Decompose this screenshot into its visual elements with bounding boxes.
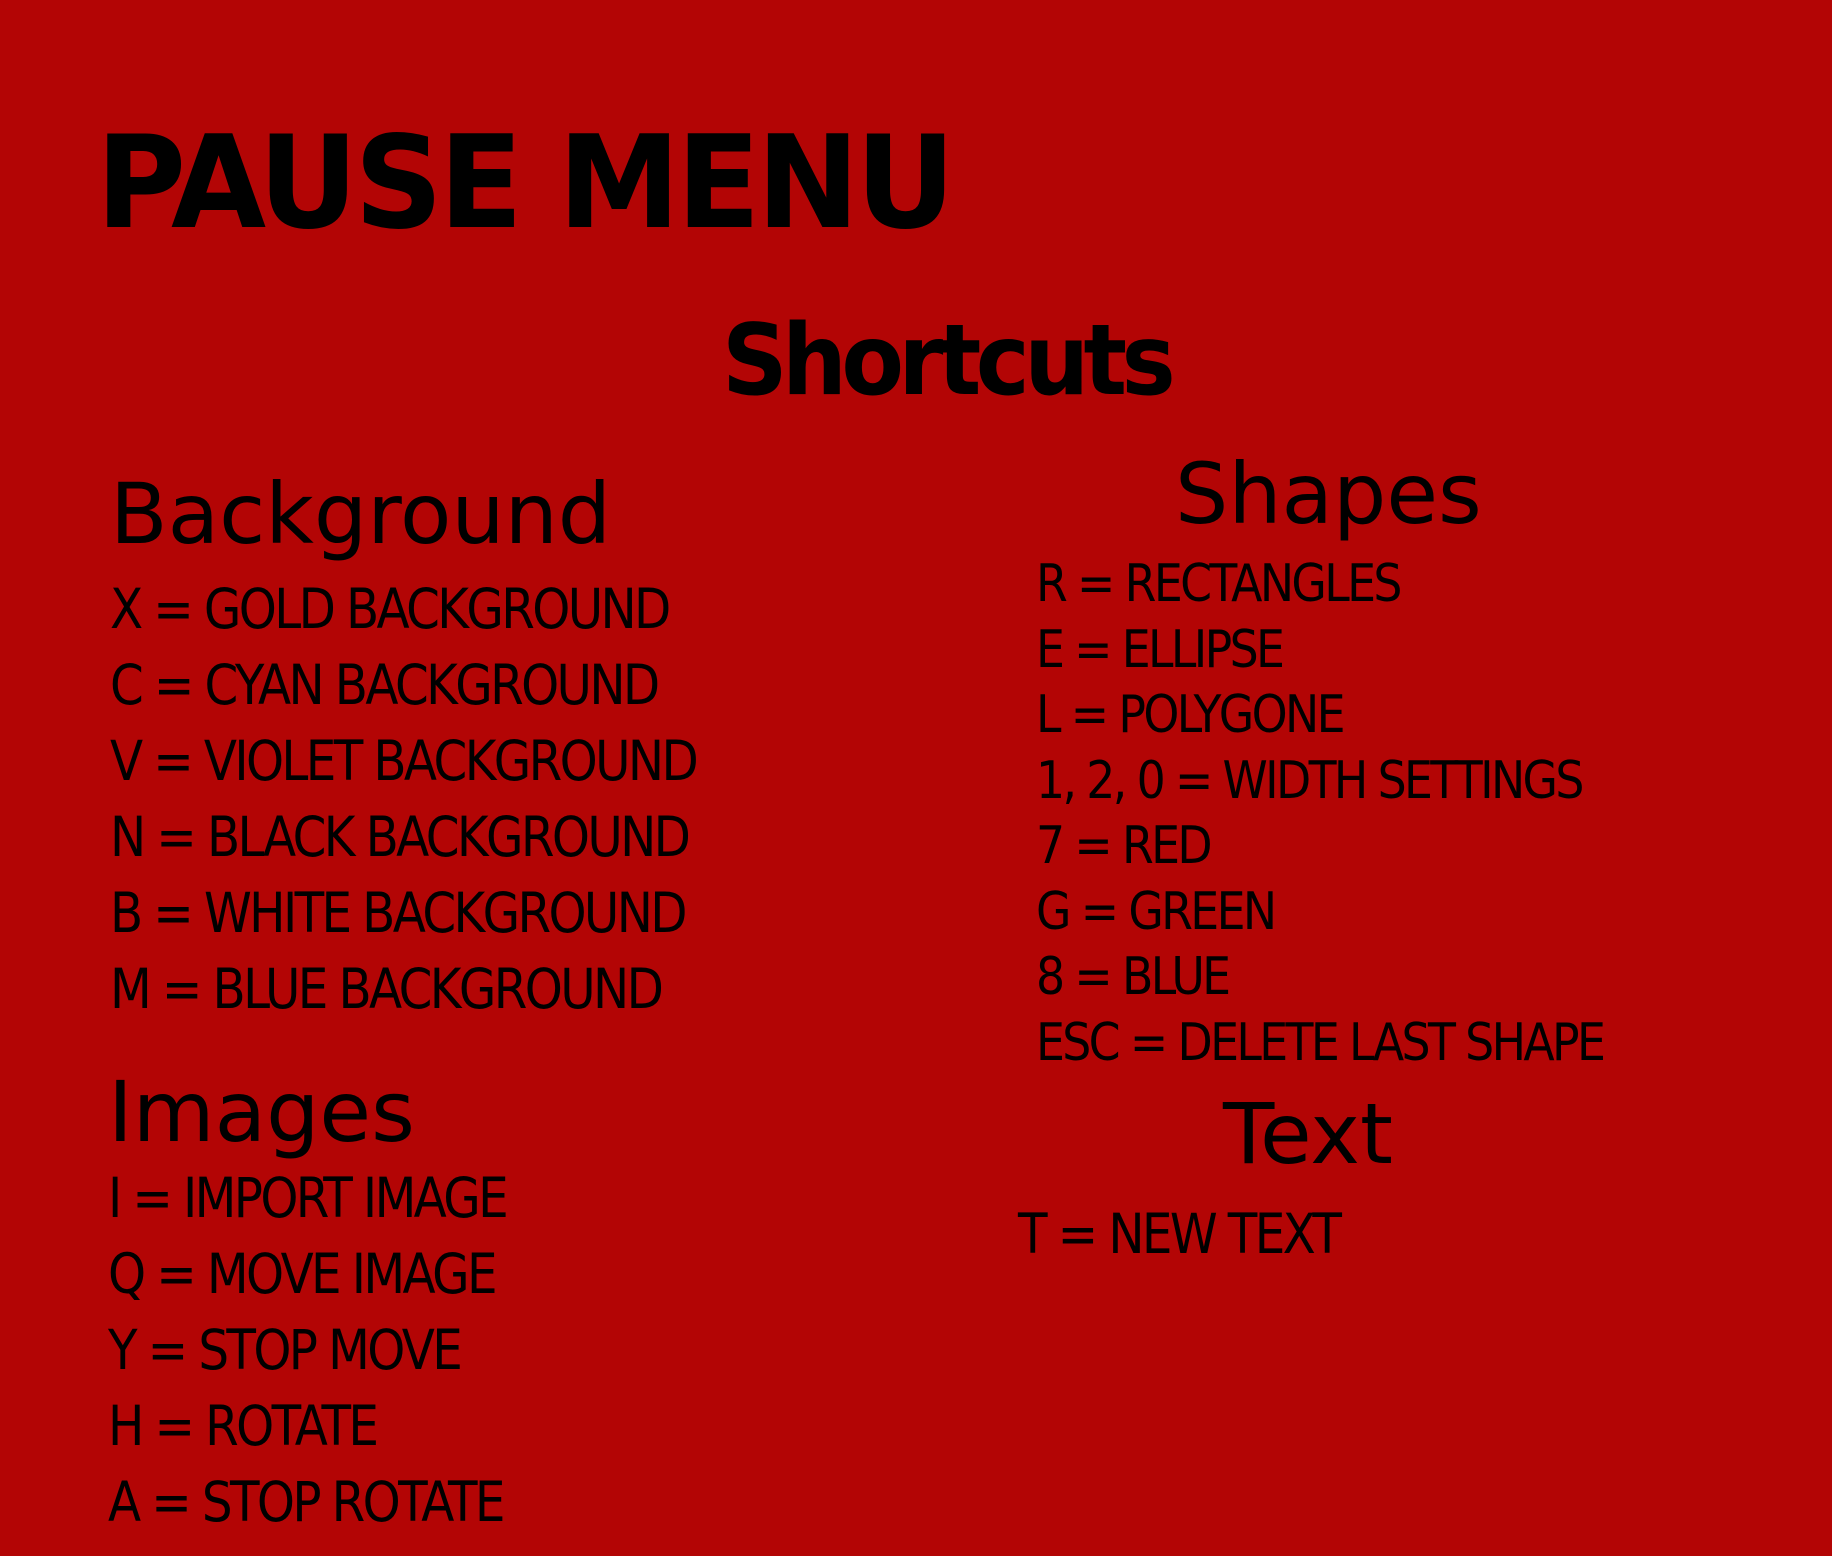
shortcut-green: G = GREEN bbox=[1036, 881, 1277, 942]
shortcut-import-image: I = IMPORT IMAGE bbox=[108, 1166, 509, 1230]
pause-menu-screen: PAUSE MENU Shortcuts Background X = GOLD… bbox=[0, 0, 1832, 1556]
shortcut-width-settings: 1, 2, 0 = WIDTH SETTINGS bbox=[1036, 750, 1584, 811]
shortcut-cyan-background: C = CYAN BACKGROUND bbox=[110, 653, 660, 717]
shortcut-delete-last-shape: ESC = DELETE LAST SHAPE bbox=[1036, 1012, 1606, 1073]
shortcuts-title: Shortcuts bbox=[722, 304, 1176, 418]
shortcut-polygone: L = POLYGONE bbox=[1036, 685, 1345, 745]
text-shortcuts-list: T = NEW TEXT bbox=[1018, 1207, 1383, 1283]
shortcut-black-background: N = BLACK BACKGROUND bbox=[110, 805, 691, 869]
text-section-heading: Text bbox=[1223, 1085, 1393, 1183]
pause-menu-title: PAUSE MENU bbox=[96, 109, 955, 258]
shortcut-gold-background: X = GOLD BACKGROUND bbox=[110, 577, 671, 641]
shortcut-rotate: H = ROTATE bbox=[108, 1394, 379, 1458]
shortcut-new-text: T = NEW TEXT bbox=[1018, 1202, 1342, 1266]
shortcut-ellipse: E = ELLIPSE bbox=[1036, 619, 1285, 680]
shortcut-stop-move: Y = STOP MOVE bbox=[108, 1318, 463, 1382]
shortcut-blue-background: M = BLUE BACKGROUND bbox=[110, 957, 664, 1021]
shortcut-stop-rotate: A = STOP ROTATE bbox=[108, 1470, 505, 1534]
images-shortcuts-list: I = IMPORT IMAGE Q = MOVE IMAGE Y = STOP… bbox=[108, 1171, 560, 1551]
background-shortcuts-list: X = GOLD BACKGROUND C = CYAN BACKGROUND … bbox=[110, 582, 776, 1038]
shortcut-violet-background: V = VIOLET BACKGROUND bbox=[110, 729, 699, 793]
shortcut-rectangles: R = RECTANGLES bbox=[1036, 554, 1402, 614]
shortcut-blue: 8 = BLUE bbox=[1036, 947, 1231, 1007]
background-section-heading: Background bbox=[110, 465, 612, 563]
shortcut-move-image: Q = MOVE IMAGE bbox=[108, 1242, 498, 1306]
shapes-section-heading: Shapes bbox=[1175, 445, 1482, 543]
shortcut-white-background: B = WHITE BACKGROUND bbox=[110, 881, 688, 945]
shortcut-red: 7 = RED bbox=[1036, 816, 1213, 876]
images-section-heading: Images bbox=[108, 1063, 415, 1161]
shapes-shortcuts-list: R = RECTANGLES E = ELLIPSE L = POLYGONE … bbox=[1036, 558, 1681, 1082]
